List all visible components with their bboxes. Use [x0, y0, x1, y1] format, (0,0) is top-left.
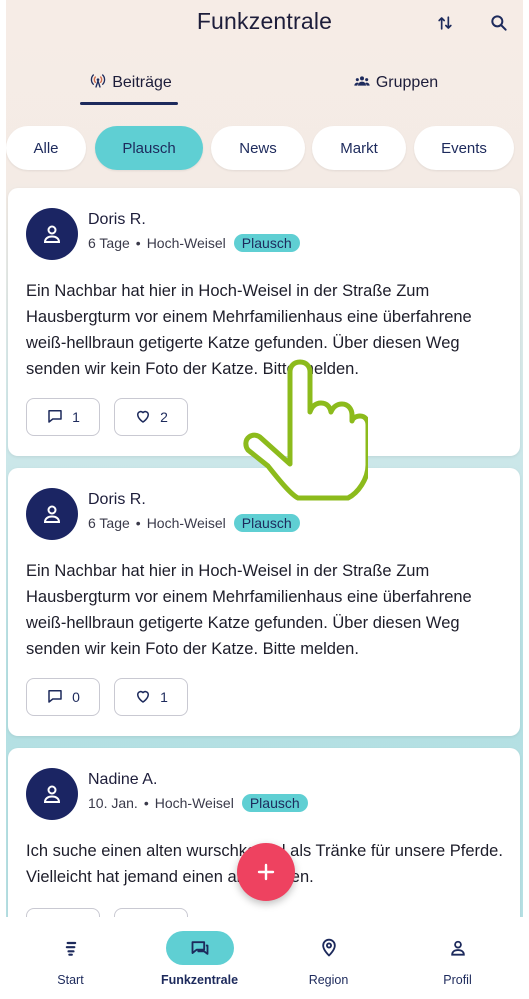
comment-icon	[46, 407, 64, 428]
tab-gruppen-label: Gruppen	[375, 74, 439, 91]
comment-count: 0	[72, 689, 80, 705]
tab-gruppen[interactable]: Gruppen	[331, 63, 461, 103]
home-icon	[37, 931, 105, 965]
heart-icon	[134, 407, 152, 428]
post-place: Hoch-Weisel	[146, 235, 226, 251]
filter-chips: Alle Plausch News Markt Events	[6, 126, 523, 172]
chat-icon	[165, 931, 234, 965]
meta-separator: •	[135, 515, 141, 531]
nav-region[interactable]: Region	[264, 917, 393, 999]
meta-separator: •	[135, 235, 141, 251]
heart-icon	[134, 687, 152, 708]
comment-button[interactable]: 0	[26, 678, 100, 716]
like-count: 1	[160, 689, 168, 705]
meta-separator: •	[143, 795, 149, 811]
top-bar: Funkzentrale	[6, 0, 523, 50]
nav-profil-label: Profil	[443, 973, 472, 987]
like-count: 2	[160, 409, 168, 425]
groups-icon	[354, 73, 370, 94]
post-author[interactable]: Doris R.	[88, 491, 146, 509]
nav-funkzentrale[interactable]: Funkzentrale	[135, 917, 264, 999]
location-pin-icon	[295, 931, 363, 965]
category-badge: Plausch	[233, 234, 300, 252]
plus-icon	[257, 863, 275, 881]
post-place: Hoch-Weisel	[154, 795, 234, 811]
nav-start[interactable]: Start	[6, 917, 135, 999]
post-meta: 6 Tage • Hoch-Weisel Plausch	[88, 514, 300, 532]
avatar	[26, 768, 78, 820]
tab-beitraege[interactable]: Beiträge	[66, 63, 196, 103]
chip-markt[interactable]: Markt	[312, 126, 406, 170]
tab-bar: Beiträge Gruppen	[6, 55, 523, 105]
category-badge: Plausch	[241, 794, 308, 812]
chip-news[interactable]: News	[211, 126, 305, 170]
post-author[interactable]: Doris R.	[88, 211, 146, 229]
like-button[interactable]: 1	[114, 678, 188, 716]
nav-region-label: Region	[308, 973, 349, 987]
post-meta: 6 Tage • Hoch-Weisel Plausch	[88, 234, 300, 252]
post-text: Ein Nachbar hat hier in Hoch-Weisel in d…	[26, 562, 472, 658]
sort-icon[interactable]	[432, 10, 458, 36]
search-icon[interactable]	[486, 10, 512, 36]
post-time: 6 Tage	[88, 235, 130, 251]
chip-events[interactable]: Events	[414, 126, 514, 170]
bottom-navigation: Start Funkzentrale Region Profil	[6, 917, 523, 999]
app-screen: Funkzentrale Beiträge Gruppen Alle Plaus…	[6, 0, 523, 999]
post-time: 6 Tage	[88, 515, 130, 531]
chip-alle[interactable]: Alle	[6, 126, 86, 170]
comment-icon	[46, 687, 64, 708]
broadcast-icon	[90, 73, 106, 94]
chip-plausch[interactable]: Plausch	[95, 126, 203, 170]
tab-beitraege-label: Beiträge	[112, 74, 172, 91]
nav-start-label: Start	[57, 973, 84, 987]
nav-profil[interactable]: Profil	[393, 917, 522, 999]
post-time: 10. Jan.	[88, 795, 138, 811]
profile-icon	[424, 931, 492, 965]
avatar	[26, 488, 78, 540]
active-tab-indicator	[80, 102, 178, 105]
post-place: Hoch-Weisel	[146, 515, 226, 531]
post-meta: 10. Jan. • Hoch-Weisel Plausch	[88, 794, 308, 812]
nav-funkzentrale-label: Funkzentrale	[160, 973, 239, 987]
category-badge: Plausch	[233, 514, 300, 532]
comment-count: 1	[72, 409, 80, 425]
add-post-button[interactable]	[237, 843, 295, 901]
tap-hand-icon	[228, 358, 371, 508]
comment-button[interactable]: 1	[26, 398, 100, 436]
avatar	[26, 208, 78, 260]
like-button[interactable]: 2	[114, 398, 188, 436]
post-card[interactable]: Doris R. 6 Tage • Hoch-Weisel Plausch Ei…	[8, 468, 520, 736]
post-author[interactable]: Nadine A.	[88, 771, 157, 789]
